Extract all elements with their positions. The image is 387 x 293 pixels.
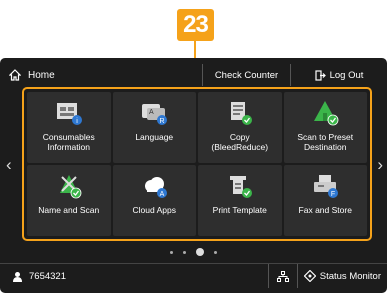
tile-label: Fax and Store [298, 205, 352, 215]
page-dot[interactable] [170, 250, 173, 254]
tile-label: Cloud Apps [132, 205, 176, 215]
status-monitor-label: Status Monitor [319, 270, 381, 282]
log-out-button[interactable]: Log Out [290, 64, 387, 86]
tile-name-and-scan[interactable]: Name and Scan [27, 165, 111, 236]
copy-icon [223, 98, 257, 128]
language-icon: AR [137, 98, 171, 128]
status-monitor-button[interactable]: Status Monitor [296, 264, 387, 288]
network-icon[interactable] [267, 264, 297, 288]
top-bar: Home Check Counter Log Out [0, 64, 387, 86]
previous-page-arrow-icon[interactable]: ‹ [6, 155, 12, 175]
print-template-icon [223, 171, 257, 201]
cloud-icon: A [137, 171, 171, 201]
tile-language[interactable]: AR Language [112, 92, 196, 163]
tile-copy-bleedreduce[interactable]: Copy (BleedReduce) [198, 92, 282, 163]
log-out-icon [314, 69, 326, 81]
page-dot[interactable] [214, 250, 217, 254]
page-dot[interactable] [183, 250, 186, 254]
fax-store-icon: F [308, 171, 342, 201]
name-scan-icon [52, 171, 86, 201]
tile-print-template[interactable]: Print Template [198, 165, 282, 236]
consumables-icon: i [52, 98, 86, 128]
next-page-arrow-icon[interactable]: › [377, 155, 383, 175]
tile-label: Consumables Information [42, 132, 95, 152]
tile-consumables-information[interactable]: i Consumables Information [27, 92, 111, 163]
callout-number: 23 [177, 9, 214, 41]
status-monitor-icon [303, 270, 316, 282]
user-id: 7654321 [29, 270, 66, 282]
tile-fax-and-store[interactable]: F Fax and Store [283, 165, 367, 236]
check-counter-label: Check Counter [214, 69, 279, 81]
tile-label: Language [135, 132, 174, 142]
logged-in-user: 7654321 [12, 271, 268, 282]
tile-cloud-apps[interactable]: A Cloud Apps [112, 165, 196, 236]
svg-text:R: R [160, 118, 165, 125]
svg-text:A: A [149, 109, 154, 116]
app-tile-grid: i Consumables Information AR Language Co… [22, 87, 372, 241]
home-label: Home [28, 69, 55, 81]
tile-label: Copy (BleedReduce) [211, 132, 269, 152]
tile-scan-to-preset-destination[interactable]: Scan to Preset Destination [283, 92, 367, 163]
svg-text:A: A [160, 191, 165, 198]
tile-label: Name and Scan [38, 205, 100, 215]
check-counter-button[interactable]: Check Counter [202, 64, 290, 86]
svg-text:F: F [331, 191, 335, 198]
home-title: Home [0, 64, 202, 86]
user-icon [12, 271, 23, 282]
scan-preset-icon [308, 98, 342, 128]
tile-label: Print Template [212, 205, 267, 215]
page-dot-active[interactable] [196, 248, 204, 256]
home-icon [6, 69, 24, 81]
bottom-bar: 7654321 Status Monitor [0, 263, 387, 288]
tile-label: Scan to Preset Destination [297, 132, 354, 152]
page-indicator [0, 248, 387, 256]
log-out-label: Log Out [329, 69, 364, 81]
